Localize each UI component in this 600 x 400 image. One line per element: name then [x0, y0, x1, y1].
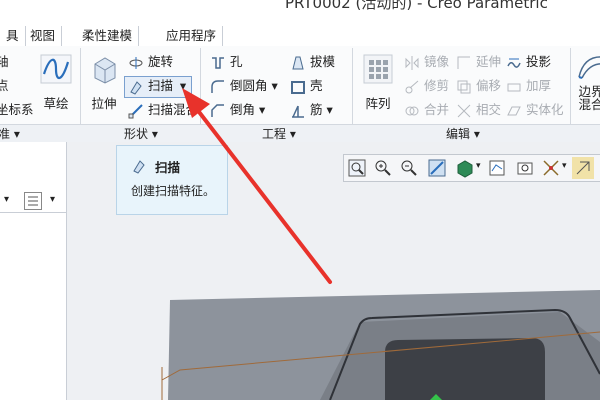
extend-icon: [457, 56, 470, 69]
draft-button[interactable]: 拔模: [290, 52, 335, 72]
sketch-label: 草绘: [43, 96, 69, 111]
sketch-icon: [40, 54, 72, 84]
solidify-icon: [507, 106, 521, 115]
draft-icon: [292, 56, 304, 69]
extrude-label: 拉伸: [91, 96, 117, 111]
swept-blend-button[interactable]: 扫描混合: [128, 100, 198, 120]
hole-label: 孔: [230, 54, 243, 69]
datum-csys-item[interactable]: 坐标系: [0, 100, 34, 120]
datum-point-item[interactable]: 点: [0, 76, 9, 96]
chamfer-icon: [211, 103, 224, 117]
window-title: PRT0002 (活动的) - Creo Parametric: [285, 0, 548, 12]
tooltip-description: 创建扫描特征。: [131, 184, 216, 198]
swept-blend-label: 扫描混合: [148, 102, 199, 117]
group-label-shapes[interactable]: 形状 ▾: [124, 125, 158, 143]
group-label-datum[interactable]: 准 ▾: [0, 125, 20, 143]
project-label: 投影: [526, 54, 552, 69]
tab-view[interactable]: 视图: [24, 26, 63, 46]
sketch-button[interactable]: 草绘: [38, 54, 74, 112]
rib-icon: [292, 105, 304, 118]
chamfer-button[interactable]: 倒角 ▾: [210, 100, 265, 120]
tab-tools[interactable]: 具: [0, 26, 26, 46]
tab-flexible-modeling[interactable]: 柔性建模: [76, 26, 140, 46]
shell-label: 壳: [310, 78, 323, 93]
shell-button[interactable]: 壳: [290, 76, 323, 96]
round-button[interactable]: 倒圆角 ▾: [210, 76, 278, 96]
solidify-label: 实体化: [526, 102, 564, 117]
title-bar: PRT0002 (活动的) - Creo Parametric: [0, 0, 600, 26]
mirror-label: 镜像: [424, 54, 450, 69]
sweep-dropdown-button[interactable]: ▾: [176, 76, 190, 96]
extrude-button[interactable]: 拉伸: [86, 54, 122, 112]
extend-button[interactable]: 延伸: [456, 52, 501, 72]
intersect-icon: [457, 104, 471, 117]
ribbon-group-labels: 准 ▾ 形状 ▾ 工程 ▾ 编辑 ▾: [0, 124, 600, 144]
tab-applications[interactable]: 应用程序: [160, 26, 224, 46]
thicken-icon: [507, 83, 521, 91]
ribbon-tab-bar: 具 视图 柔性建模 应用程序: [0, 26, 600, 47]
revolve-label: 旋转: [148, 54, 174, 69]
chevron-down-icon[interactable]: ▾: [327, 102, 333, 117]
group-label-editing[interactable]: 编辑 ▾: [446, 125, 480, 143]
extend-label: 延伸: [476, 54, 502, 69]
pattern-button[interactable]: 阵列: [360, 54, 396, 112]
project-button[interactable]: 投影: [506, 52, 551, 72]
revolve-button[interactable]: 旋转: [128, 52, 173, 72]
round-label: 倒圆角: [230, 78, 268, 93]
intersect-button[interactable]: 相交: [456, 100, 501, 120]
sweep-button[interactable]: 扫描: [128, 76, 173, 96]
round-icon: [211, 79, 224, 93]
shell-icon: [291, 80, 305, 94]
datum-point-label: 点: [0, 78, 9, 93]
chamfer-label: 倒角: [230, 102, 256, 117]
sweep-label: 扫描: [148, 78, 174, 93]
mirror-icon: [405, 55, 419, 70]
project-icon: [507, 58, 521, 68]
boundary-blend-icon: [578, 56, 600, 79]
boundary-blend-button[interactable]: 边界 混合: [574, 52, 600, 111]
intersect-label: 相交: [476, 102, 502, 117]
chevron-down-icon[interactable]: ▾: [272, 78, 278, 93]
chevron-down-icon: ▾: [179, 78, 187, 93]
tooltip-title: 扫描: [155, 160, 181, 175]
blend-label: 混合: [578, 97, 600, 112]
revolve-icon: [129, 56, 143, 69]
sweep-icon: [133, 160, 145, 174]
hole-button[interactable]: 孔: [210, 52, 243, 72]
merge-button[interactable]: 合并: [404, 100, 449, 120]
swept-blend-icon: [128, 103, 143, 118]
rib-label: 筋: [310, 102, 323, 117]
thicken-button[interactable]: 加厚: [506, 76, 551, 96]
offset-label: 偏移: [476, 78, 502, 93]
thicken-label: 加厚: [526, 78, 552, 93]
hole-icon: [212, 56, 224, 69]
offset-icon: [457, 80, 471, 93]
model-viewport: [161, 290, 600, 400]
datum-axis-label: 轴: [0, 54, 9, 69]
trim-icon: [405, 80, 419, 93]
merge-label: 合并: [424, 102, 450, 117]
sweep-icon: [130, 80, 142, 95]
solidify-button[interactable]: 实体化: [506, 100, 564, 120]
group-label-engineering[interactable]: 工程 ▾: [262, 125, 296, 143]
model-pocket-floor: [385, 338, 545, 400]
offset-button[interactable]: 偏移: [456, 76, 501, 96]
rib-button[interactable]: 筋 ▾: [290, 100, 333, 120]
mirror-button[interactable]: 镜像: [404, 52, 449, 72]
chevron-down-icon[interactable]: ▾: [259, 102, 265, 117]
datum-axis-item[interactable]: 轴: [0, 52, 9, 72]
pattern-label: 阵列: [365, 96, 391, 111]
merge-icon: [405, 106, 419, 115]
draft-label: 拔模: [310, 54, 336, 69]
sweep-tooltip: 扫描 创建扫描特征。: [116, 145, 228, 215]
trim-label: 修剪: [424, 78, 450, 93]
trim-button[interactable]: 修剪: [404, 76, 449, 96]
datum-csys-label: 坐标系: [0, 102, 34, 117]
pattern-icon: [363, 54, 393, 84]
extrude-icon: [94, 57, 116, 84]
